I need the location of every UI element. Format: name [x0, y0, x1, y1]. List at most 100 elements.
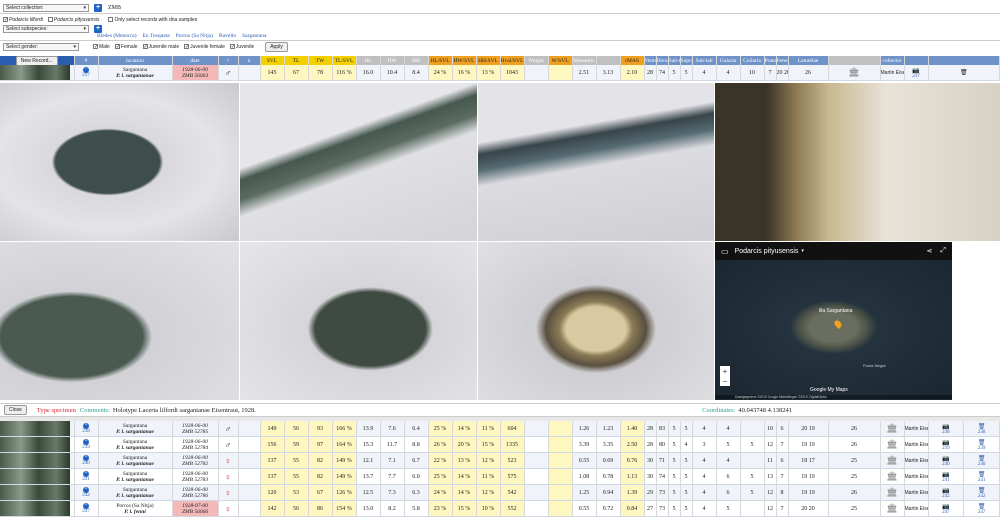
- col-header-tlsvl[interactable]: TL/SVL: [332, 56, 357, 65]
- table-row[interactable]: +239 Sargantana P. l. sargantanae 1928-06-0…: [0, 436, 1000, 453]
- col-header-massetric[interactable]: Massetric: [572, 56, 597, 65]
- museum-icon[interactable]: 🏛: [886, 487, 897, 497]
- museum-icon[interactable]: 🏛: [848, 67, 859, 77]
- record-id-cell[interactable]: +241: [74, 468, 99, 485]
- zoom-out-button[interactable]: −: [723, 377, 728, 386]
- delete-cell[interactable]: 🗑 247: [963, 500, 1000, 517]
- gender-checkbox-juvenile-male[interactable]: ✓ Juvenile male: [142, 44, 179, 50]
- trash-icon[interactable]: 🗑: [978, 423, 986, 430]
- gender-checkbox-juvenile[interactable]: ✓ Juvenile: [229, 44, 254, 50]
- new-record-button[interactable]: New Record...: [15, 56, 58, 65]
- lizard-photo-head-right[interactable]: [240, 242, 477, 400]
- col-header-ventralia[interactable]: Ventralia: [644, 56, 657, 65]
- col-header-hh[interactable]: HH: [404, 56, 429, 65]
- camera-icon[interactable]: 📷: [942, 471, 949, 478]
- edit-cell[interactable]: 📷 237: [904, 65, 929, 81]
- table-row[interactable]: +242 Sargantana P. l. sargantanae 1928-06-0…: [0, 484, 1000, 501]
- museum-icon[interactable]: 🏛: [886, 423, 897, 433]
- edit-cell[interactable]: 📷 240: [928, 452, 965, 469]
- col-header-hlsvl[interactable]: HL/SVL: [428, 56, 453, 65]
- record-id-cell[interactable]: +242: [74, 484, 99, 501]
- col-header-tl[interactable]: TL: [284, 56, 309, 65]
- gender-checkbox-female[interactable]: ✓ Female: [114, 44, 138, 50]
- map-panel[interactable]: ▭ Podarcis pityusensis ▾ ⋖ ⤢ illa Sargan…: [715, 242, 952, 400]
- col-header-praeanalia[interactable]: Praeanalia: [764, 56, 777, 65]
- col-header-n[interactable]: n: [238, 56, 261, 65]
- camera-icon[interactable]: 📷: [942, 455, 949, 462]
- selected-record-row[interactable]: −237 Sargantana P. l. sargantanae 1928-06…: [0, 65, 1000, 81]
- locality-link[interactable]: En Tosqueta: [143, 33, 170, 39]
- col-header-rmas[interactable]: rMAS: [620, 56, 645, 65]
- col-header-hl[interactable]: HL: [356, 56, 381, 65]
- edit-cell[interactable]: 📷 238: [928, 421, 965, 437]
- delete-cell[interactable]: 🗑: [928, 65, 1000, 81]
- col-header-sex[interactable]: ♂: [218, 56, 239, 65]
- edit-cell[interactable]: 📷 241: [928, 468, 965, 485]
- col-header-lamellae[interactable]: Lamellae: [788, 56, 829, 65]
- col-header-tw[interactable]: TW: [308, 56, 333, 65]
- gender-select[interactable]: Select gender: ▾: [3, 42, 79, 51]
- lizard-photo-ventral[interactable]: [478, 83, 714, 241]
- map-satellite[interactable]: [715, 260, 952, 400]
- record-thumbnail[interactable]: [0, 468, 75, 485]
- record-thumbnail[interactable]: [0, 65, 75, 81]
- camera-icon[interactable]: 📷: [942, 423, 949, 430]
- locality-link[interactable]: Sargantana: [242, 33, 266, 39]
- table-row[interactable]: +247 Porros (Sa Nitja) P. l. fenni 1928-07-…: [0, 500, 1000, 517]
- locality-link[interactable]: Ravello: [219, 33, 236, 39]
- camera-icon[interactable]: 📷: [942, 439, 949, 446]
- record-id-cell[interactable]: +240: [74, 452, 99, 469]
- col-header-museum[interactable]: [828, 56, 881, 65]
- close-button[interactable]: Close: [4, 405, 27, 415]
- lizard-photo-dorsal[interactable]: [0, 83, 239, 241]
- col-header-hwsvl[interactable]: HW/SVL: [452, 56, 477, 65]
- camera-icon[interactable]: 📷: [942, 487, 949, 494]
- col-header-dorsalia[interactable]: Dorsalia: [656, 56, 669, 65]
- edit-cell[interactable]: 📷 247: [928, 500, 965, 517]
- museum-icon[interactable]: 🏛: [886, 455, 897, 465]
- record-thumbnail[interactable]: [0, 484, 75, 501]
- apply-button[interactable]: Apply: [265, 41, 288, 52]
- trash-icon[interactable]: 🗑: [978, 487, 986, 494]
- chevron-down-icon[interactable]: ▾: [801, 248, 804, 254]
- museum-icon[interactable]: 🏛: [886, 439, 897, 449]
- record-thumbnail[interactable]: [0, 436, 75, 453]
- col-header-date[interactable]: date: [172, 56, 219, 65]
- fullscreen-icon[interactable]: ⤢: [940, 247, 946, 255]
- col-header-sublab[interactable]: Sub-lab: [692, 56, 717, 65]
- gender-checkbox-juvenile-female[interactable]: ✓ Juvenile female: [184, 44, 225, 50]
- col-header-collector[interactable]: collector: [880, 56, 905, 65]
- record-thumbnail[interactable]: [0, 452, 75, 469]
- edit-cell[interactable]: 📷 242: [928, 484, 965, 501]
- delete-cell[interactable]: 🗑 239: [963, 436, 1000, 453]
- trash-icon[interactable]: 🗑: [978, 503, 986, 510]
- museum-icon[interactable]: 🏛: [886, 503, 897, 513]
- specimen-jar-photo[interactable]: [478, 242, 714, 400]
- collection-select[interactable]: Select collection: ▾: [3, 3, 89, 12]
- col-header-hw[interactable]: HW: [380, 56, 405, 65]
- table-row[interactable]: +240 Sargantana P. l. sargantanae 1928-06-0…: [0, 452, 1000, 469]
- trash-icon[interactable]: 🗑: [978, 455, 986, 462]
- species-checkbox-lilfordi[interactable]: ✓ Podarcis lilfordi: [3, 17, 43, 23]
- locality-link[interactable]: Bledes (Menorca): [97, 33, 137, 39]
- table-row[interactable]: +241 Sargantana P. l. sargantanae 1928-06-0…: [0, 468, 1000, 485]
- add-subspecies-button[interactable]: +: [94, 24, 102, 33]
- trash-icon[interactable]: 🗑: [960, 70, 968, 76]
- delete-cell[interactable]: 🗑 238: [963, 421, 1000, 437]
- delete-cell[interactable]: 🗑 240: [963, 452, 1000, 469]
- col-header-location[interactable]: location: [98, 56, 173, 65]
- trash-icon[interactable]: 🗑: [978, 439, 986, 446]
- col-header-wsvl[interactable]: W/SVL: [548, 56, 573, 65]
- col-header-submac[interactable]: Sub-mac: [668, 56, 681, 65]
- record-id-cell[interactable]: +247: [74, 500, 99, 517]
- locality-link[interactable]: Porros (Sa Nitja): [176, 33, 213, 39]
- record-id-cell[interactable]: −237: [74, 65, 99, 81]
- gender-checkbox-male[interactable]: ✓ Male: [93, 44, 110, 50]
- record-id-cell[interactable]: +239: [74, 436, 99, 453]
- table-row[interactable]: +238 Sargantana P. l. sargantanae 1928-06-0…: [0, 421, 1000, 437]
- record-thumbnail[interactable]: [0, 421, 75, 437]
- edit-cell[interactable]: 📷 239: [928, 436, 965, 453]
- col-header-femoralia[interactable]: Femoralia: [776, 56, 789, 65]
- col-header-blank[interactable]: [596, 56, 621, 65]
- col-header-gularia[interactable]: Gularia: [716, 56, 741, 65]
